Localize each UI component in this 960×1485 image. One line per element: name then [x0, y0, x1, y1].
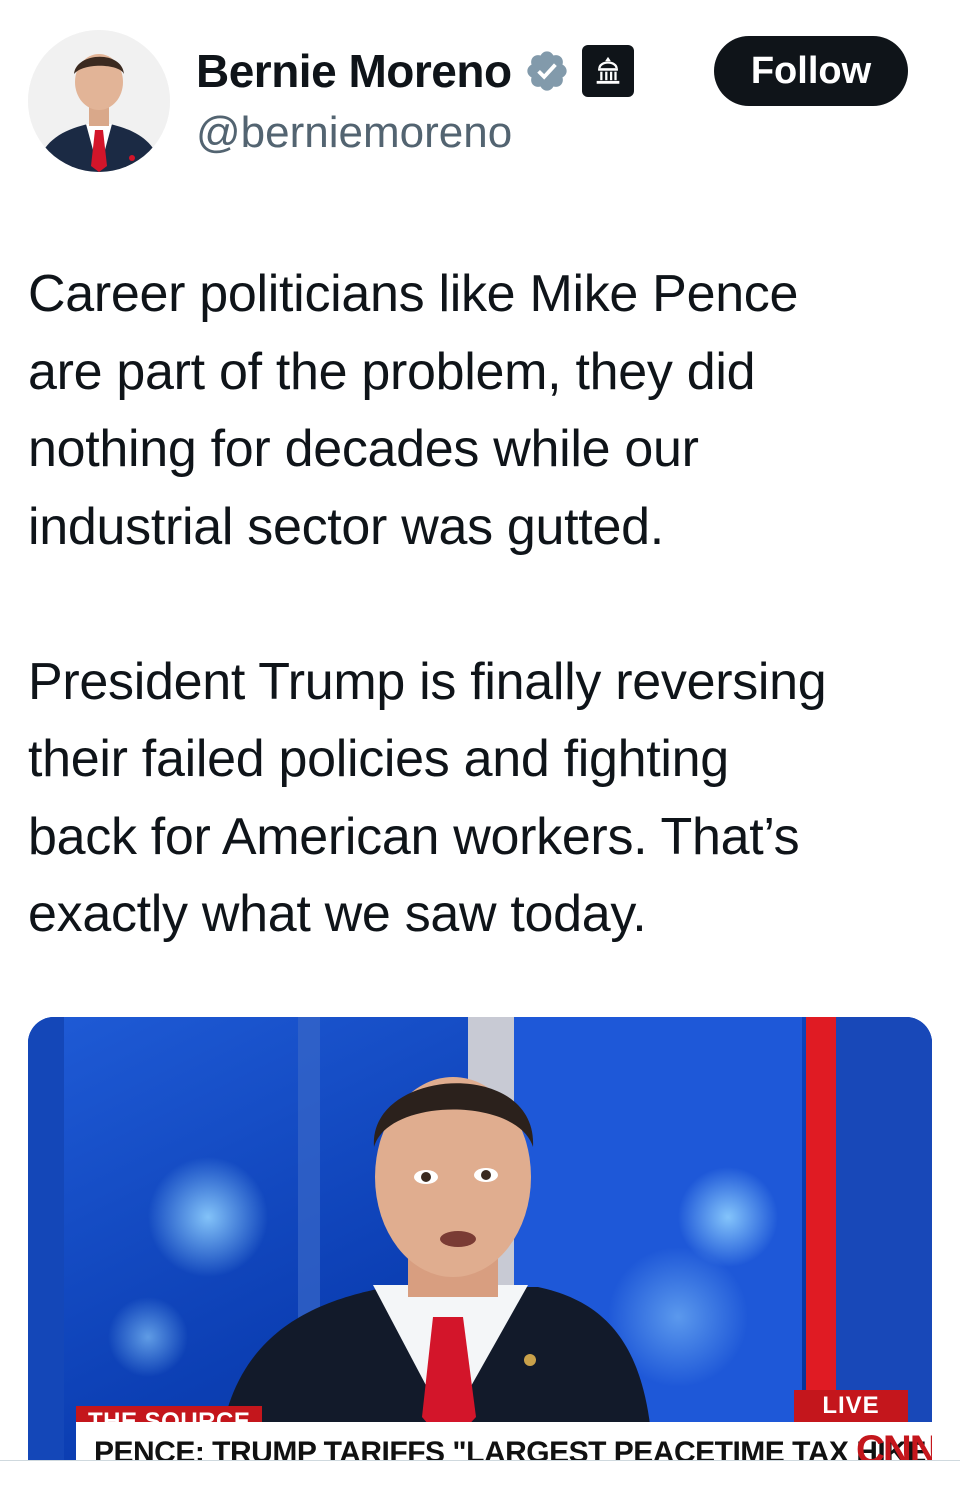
- tweet-media-video-still[interactable]: THE SOURCE LIVE PENCE: TRUMP TARIFFS "LA…: [28, 1017, 932, 1460]
- government-building-icon[interactable]: [581, 45, 634, 97]
- author-avatar[interactable]: [28, 30, 170, 172]
- divider: [0, 1460, 960, 1461]
- avatar-portrait: [28, 30, 170, 172]
- news-chyron: PENCE: TRUMP TARIFFS "LARGEST PEACETIME …: [76, 1422, 932, 1460]
- tweet-text: Career politicians like Mike Pence are p…: [28, 265, 827, 943]
- live-badge: LIVE: [794, 1390, 908, 1422]
- author-display-name[interactable]: Bernie Moreno: [196, 44, 512, 98]
- cnn-logo-icon: CNN: [856, 1428, 932, 1460]
- follow-button[interactable]: Follow: [714, 36, 908, 106]
- verified-badge-icon[interactable]: [524, 48, 570, 94]
- author-handle[interactable]: @berniemoreno: [196, 108, 512, 158]
- author-name-row: Bernie Moreno: [196, 40, 634, 102]
- chyron-text: PENCE: TRUMP TARIFFS "LARGEST PEACETIME …: [94, 1436, 932, 1460]
